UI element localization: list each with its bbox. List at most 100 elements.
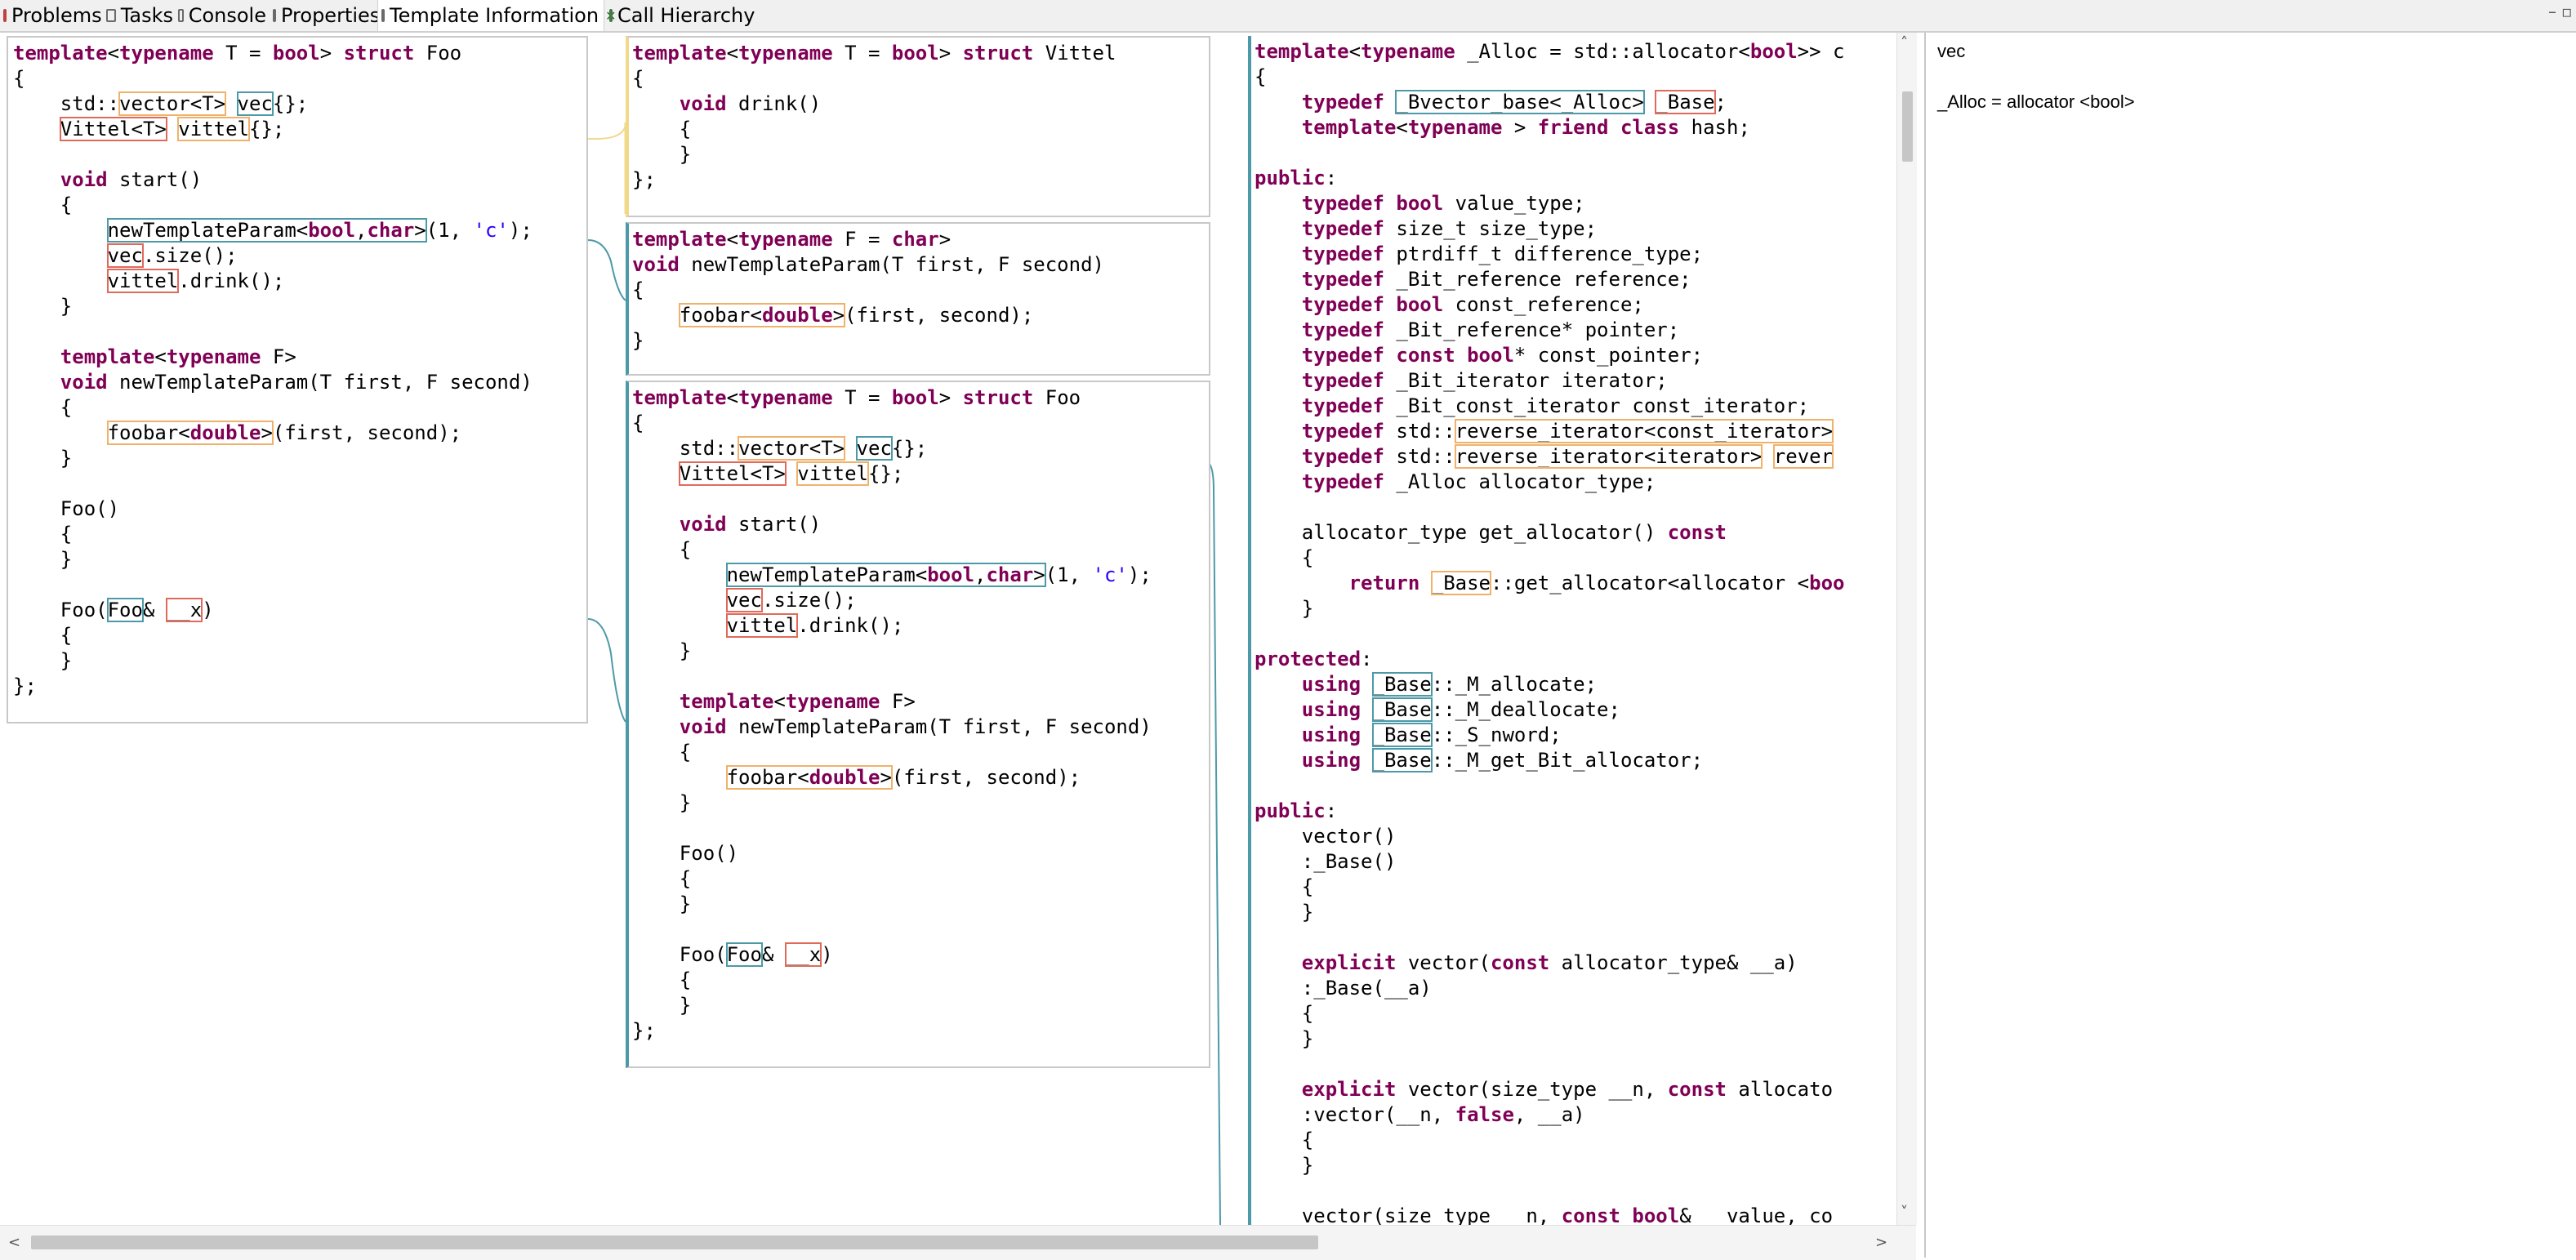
code-line: typedef _Bvector_base<_Alloc> _Base; — [1301, 90, 1727, 114]
code-line: } — [1255, 1154, 1314, 1177]
code-line: typedef ptrdiff_t difference_type; — [1301, 243, 1704, 265]
code-line: template<typename T = bool> struct Vitte… — [632, 42, 1116, 65]
scroll-right-icon[interactable]: > — [1875, 1234, 1887, 1251]
code-line: void newTemplateParam(T first, F second) — [632, 253, 1104, 276]
code-line: { — [632, 412, 644, 434]
vector-bool-panel: template<typename _Alloc = std::allocato… — [1248, 36, 1896, 1225]
tab-label: Call Hierarchy — [617, 4, 755, 27]
code-line: Vittel<T> vittel{}; — [678, 461, 904, 486]
code-line: { — [632, 538, 692, 561]
code-line: vector() — [1255, 825, 1397, 848]
code-line: } — [632, 329, 644, 352]
code-line: Foo() — [632, 842, 739, 865]
code-line: typedef std::reverse_iterator<const_iter… — [1301, 419, 1834, 443]
code-line: { — [13, 523, 73, 545]
view-tab-bar: Problems Tasks Console Properties Templa… — [0, 0, 2576, 33]
code-line: { — [632, 741, 692, 764]
code-line: Foo(Foo& __x) — [632, 942, 833, 967]
code-line: } — [632, 639, 692, 662]
tab-label: Tasks — [120, 4, 173, 27]
foo-outline-panel: template<typename T = bool> struct Foo{ … — [7, 36, 588, 723]
code-line: typedef _Bit_const_iterator const_iterat… — [1301, 394, 1810, 417]
code-line: { — [632, 968, 692, 991]
code-line: typedef _Bit_reference reference; — [1301, 268, 1691, 291]
code-line: allocator_type get_allocator() const — [1255, 521, 1727, 544]
code-line: { — [13, 396, 73, 419]
tab-console[interactable]: Console — [175, 0, 266, 31]
code-line: { — [632, 867, 692, 890]
code-line: foobar<double>(first, second); — [725, 765, 1081, 790]
code-line: using _Base::_M_allocate; — [1301, 672, 1598, 697]
vector-bool-code: template<typename _Alloc = std::allocato… — [1255, 39, 1845, 1225]
code-line: } — [1255, 597, 1314, 620]
tab-tasks[interactable]: Tasks — [103, 0, 173, 31]
tab-label: Template Information — [390, 4, 599, 27]
code-line: protected: — [1255, 648, 1373, 670]
horizontal-scrollbar[interactable]: < > — [0, 1225, 1916, 1260]
code-line: typedef bool const_reference; — [1301, 293, 1644, 316]
foo-instance-code: template<typename T = bool> struct Foo{ … — [632, 385, 1152, 1044]
code-line: } — [1255, 1027, 1314, 1050]
code-line: } — [13, 295, 73, 318]
code-line: std::vector<T> vec{}; — [13, 91, 309, 116]
code-line: typedef bool value_type; — [1301, 192, 1585, 215]
tab-template-information[interactable]: Template Information ✕ — [377, 0, 616, 31]
code-line: std::vector<T> vec{}; — [632, 436, 928, 461]
problems-icon — [3, 9, 7, 22]
code-line: } — [632, 791, 692, 814]
code-line: { — [1255, 65, 1267, 88]
code-line: { — [13, 67, 25, 90]
code-line: public: — [1255, 799, 1338, 822]
scroll-left-icon[interactable]: < — [8, 1234, 20, 1251]
foo-outline-code: template<typename T = bool> struct Foo{ … — [13, 41, 533, 699]
code-line: Foo() — [13, 497, 120, 520]
properties-icon — [273, 9, 276, 22]
code-line: } — [632, 893, 692, 915]
code-line: { — [13, 194, 73, 216]
code-line: typedef const bool* const_pointer; — [1301, 344, 1704, 367]
info-detail: _Alloc = allocator <bool> — [1937, 91, 2135, 112]
code-line: void drink() — [679, 92, 822, 115]
tab-label: Problems — [11, 4, 102, 27]
code-line: explicit vector(size_type __n, const all… — [1301, 1078, 1834, 1101]
code-line: typedef size_t size_type; — [1301, 217, 1598, 240]
code-line: Vittel<T> vittel{}; — [59, 117, 285, 141]
maximize-icon[interactable]: ▫ — [2561, 2, 2573, 21]
scroll-up-icon[interactable]: ˄ — [1901, 34, 1908, 51]
code-line: vittel.drink(); — [725, 613, 904, 638]
scroll-down-icon[interactable]: ˅ — [1901, 1204, 1908, 1221]
code-line: { — [13, 624, 73, 647]
tab-problems[interactable]: Problems — [0, 0, 102, 31]
code-line: typedef _Alloc allocator_type; — [1301, 470, 1656, 493]
code-line: } — [632, 994, 692, 1017]
vertical-scrollbar[interactable]: ˄ ˅ — [1896, 33, 1917, 1225]
code-line: { — [632, 67, 644, 90]
code-line: { — [1255, 1002, 1314, 1025]
tab-call-hierarchy[interactable]: Call Hierarchy — [606, 0, 755, 31]
code-line: template<typename T = bool> struct Foo — [13, 42, 462, 65]
tab-label: Console — [188, 4, 266, 27]
minimize-icon[interactable]: – — [2548, 2, 2556, 21]
code-line: vector(size_type __n, const bool& __valu… — [1255, 1204, 1834, 1225]
code-line: :vector(__n, false, __a) — [1255, 1103, 1585, 1126]
code-line: typedef std::reverse_iterator<iterator> … — [1301, 444, 1834, 469]
code-line: template<typename F> — [679, 690, 916, 713]
vertical-scroll-thumb[interactable] — [1902, 91, 1913, 162]
code-line: template<typename > friend class hash; — [1301, 116, 1750, 139]
tab-properties[interactable]: Properties — [270, 0, 380, 31]
horizontal-scroll-thumb[interactable] — [31, 1236, 1318, 1249]
code-line: }; — [13, 675, 37, 697]
code-line: newTemplateParam<bool,char>(1, 'c'); — [106, 218, 533, 243]
code-line: using _Base::_M_deallocate; — [1301, 697, 1620, 722]
